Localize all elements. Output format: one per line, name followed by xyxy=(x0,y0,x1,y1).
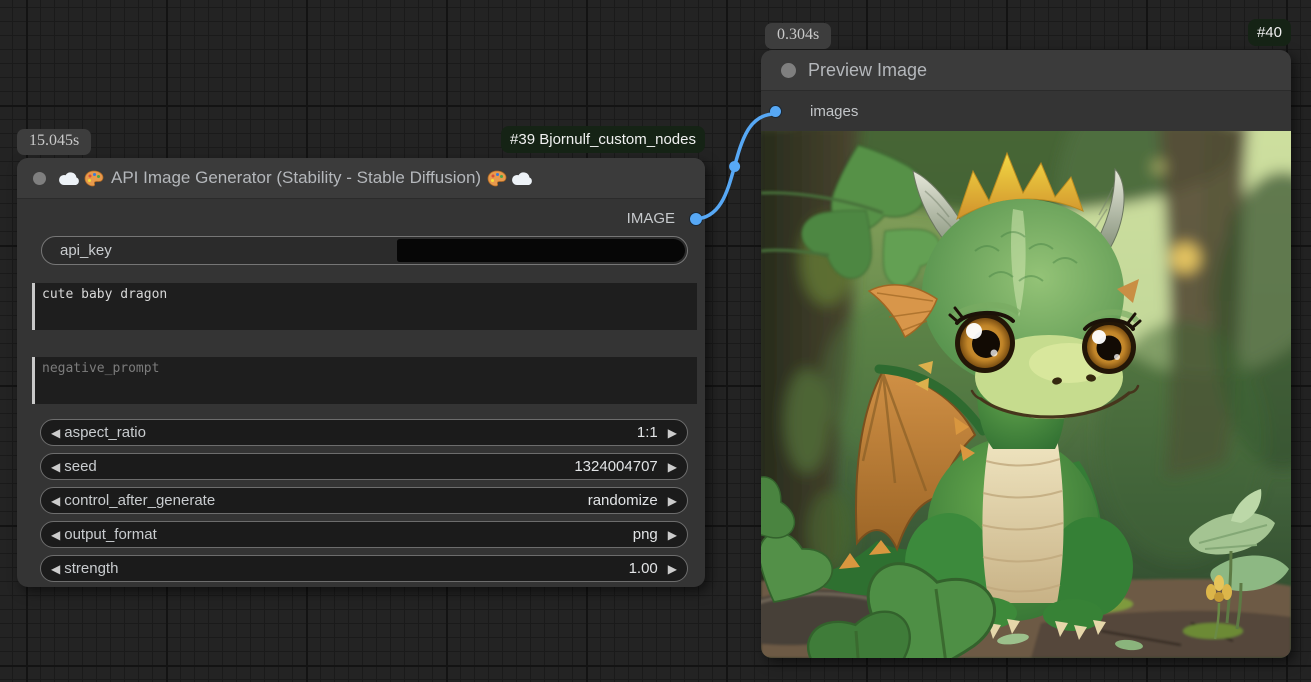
node-id-badge: #39 Bjornulf_custom_nodes xyxy=(501,126,705,153)
dragon-illustration xyxy=(761,131,1291,658)
increment-arrow-icon[interactable]: ▶ xyxy=(664,426,687,440)
node-api-image-generator[interactable]: API Image Generator (Stability - Stable … xyxy=(17,158,705,587)
increment-arrow-icon[interactable]: ▶ xyxy=(664,528,687,542)
input-port-images[interactable] xyxy=(770,106,781,117)
node-title: Preview Image xyxy=(808,60,927,81)
node-id-badge: #40 xyxy=(1248,19,1291,46)
node-title: API Image Generator (Stability - Stable … xyxy=(111,168,481,188)
widget-label: seed xyxy=(64,458,97,475)
palette-icon xyxy=(487,170,507,187)
widget-value: 1.00 xyxy=(629,560,664,577)
prompt-textarea[interactable]: cute baby dragon xyxy=(32,283,697,330)
output-label-image: IMAGE xyxy=(627,210,675,227)
widget-aspect-ratio[interactable]: ◀ aspect_ratio 1:1 ▶ xyxy=(40,419,688,446)
collapse-dot[interactable] xyxy=(781,63,796,78)
decrement-arrow-icon[interactable]: ◀ xyxy=(41,460,64,474)
widget-strength[interactable]: ◀ strength 1.00 ▶ xyxy=(40,555,688,582)
widget-control-after-generate[interactable]: ◀ control_after_generate randomize ▶ xyxy=(40,487,688,514)
cloud-icon xyxy=(511,171,533,186)
decrement-arrow-icon[interactable]: ◀ xyxy=(41,562,64,576)
cloud-icon xyxy=(58,171,80,186)
input-row-images: images xyxy=(761,91,1291,131)
node-header[interactable]: Preview Image xyxy=(761,50,1291,91)
increment-arrow-icon[interactable]: ▶ xyxy=(664,562,687,576)
widget-value: 1324004707 xyxy=(574,458,663,475)
decrement-arrow-icon[interactable]: ◀ xyxy=(41,528,64,542)
widget-label: api_key xyxy=(42,242,112,259)
widget-label: output_format xyxy=(64,526,157,543)
api-key-redacted-value xyxy=(397,239,685,262)
widget-label: strength xyxy=(64,560,118,577)
link-midpoint-dot xyxy=(729,161,740,172)
node-preview-image[interactable]: Preview Image images xyxy=(761,50,1291,658)
output-port-image[interactable] xyxy=(690,213,702,225)
node-graph-canvas[interactable]: 15.045s #39 Bjornulf_custom_nodes 0.304s… xyxy=(0,0,1311,682)
decrement-arrow-icon[interactable]: ◀ xyxy=(41,426,64,440)
node-header[interactable]: API Image Generator (Stability - Stable … xyxy=(17,158,705,199)
widget-output-format[interactable]: ◀ output_format png ▶ xyxy=(40,521,688,548)
api-key-widget[interactable]: api_key xyxy=(41,236,688,265)
collapse-dot[interactable] xyxy=(33,172,46,185)
widget-label: control_after_generate xyxy=(64,492,215,509)
widget-value: randomize xyxy=(588,492,664,509)
widget-value: png xyxy=(633,526,664,543)
widget-seed[interactable]: ◀ seed 1324004707 ▶ xyxy=(40,453,688,480)
increment-arrow-icon[interactable]: ▶ xyxy=(664,494,687,508)
widget-label: aspect_ratio xyxy=(64,424,146,441)
input-label: images xyxy=(810,103,858,120)
widget-value: 1:1 xyxy=(637,424,664,441)
preview-image[interactable] xyxy=(761,131,1291,658)
execution-time-badge: 0.304s xyxy=(765,23,831,49)
increment-arrow-icon[interactable]: ▶ xyxy=(664,460,687,474)
decrement-arrow-icon[interactable]: ◀ xyxy=(41,494,64,508)
negative-prompt-textarea[interactable] xyxy=(32,357,697,404)
palette-icon xyxy=(84,170,104,187)
execution-time-badge: 15.045s xyxy=(17,129,91,155)
